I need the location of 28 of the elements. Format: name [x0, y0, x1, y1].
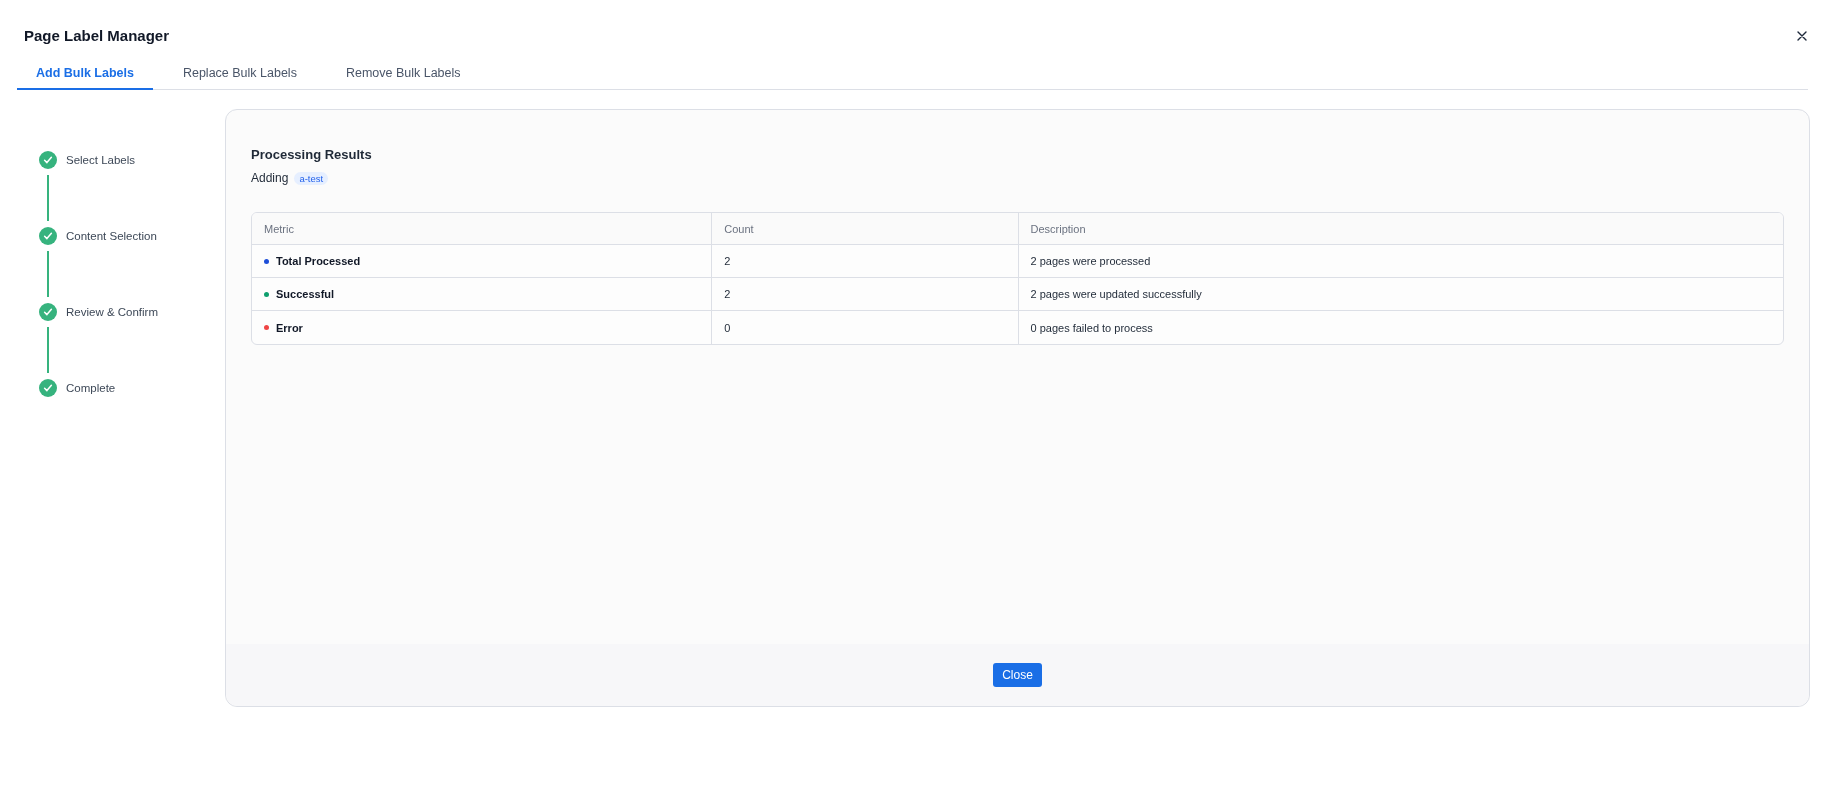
step-label: Review & Confirm [66, 305, 159, 320]
step-label: Complete [66, 381, 116, 396]
close-icon[interactable] [1797, 31, 1807, 41]
count-cell: 0 [724, 320, 731, 335]
metric-name: Total Processed [276, 254, 361, 268]
step-label: Content Selection [66, 229, 157, 244]
label-tag: a-test [294, 171, 329, 185]
step-connector [47, 251, 49, 297]
step-connector [47, 175, 49, 221]
column-header: Metric [264, 221, 294, 236]
description-cell: 2 pages were updated successfully [1030, 287, 1202, 301]
count-cell: 2 [724, 287, 731, 301]
close-button[interactable]: Close [993, 663, 1042, 687]
column-header: Count [724, 221, 754, 236]
column-header: Description [1030, 221, 1086, 236]
tab[interactable]: Add Bulk Labels [17, 56, 153, 90]
step-label: Select Labels [66, 153, 136, 168]
section-title: Processing Results [251, 146, 372, 164]
tab[interactable]: Remove Bulk Labels [326, 56, 480, 90]
step-connector [47, 327, 49, 373]
action-text: Adding [251, 170, 289, 186]
metric-name: Successful [276, 287, 335, 301]
metric-name: Error [276, 320, 303, 335]
count-cell: 2 [724, 254, 731, 268]
window-title: Page Label Manager [24, 26, 170, 46]
tab[interactable]: Replace Bulk Labels [163, 56, 316, 90]
description-cell: 0 pages failed to process [1030, 320, 1153, 335]
description-cell: 2 pages were processed [1030, 254, 1151, 268]
